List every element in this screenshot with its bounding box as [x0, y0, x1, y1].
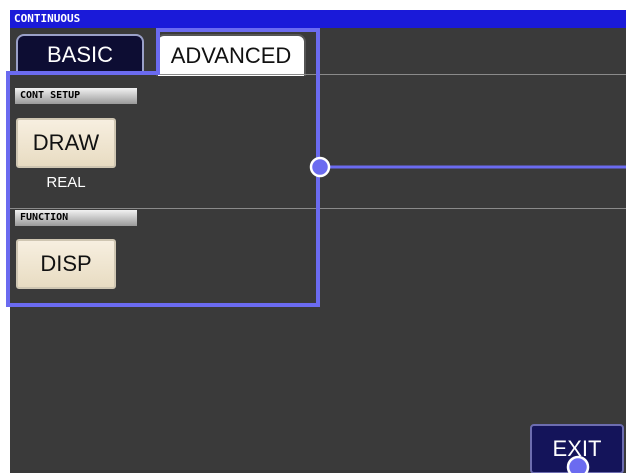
exit-button[interactable]: EXIT [530, 424, 624, 473]
section-label-cont-setup: CONT SETUP [15, 88, 137, 104]
tab-divider [10, 74, 626, 75]
section-divider [10, 208, 626, 209]
tab-basic-label: BASIC [46, 42, 114, 67]
draw-button-label: DRAW [32, 130, 100, 155]
disp-button[interactable]: DISP [16, 239, 116, 289]
section-label-function: FUNCTION [15, 210, 137, 226]
draw-value: REAL [46, 174, 86, 191]
instrument-screen: CONTINUOUS BASIC ADVANCED CONT SETUP DRA… [10, 10, 626, 473]
draw-button[interactable]: DRAW [16, 118, 116, 168]
exit-button-label: EXIT [552, 436, 602, 461]
tab-advanced-label: ADVANCED [170, 43, 292, 68]
disp-button-label: DISP [40, 251, 92, 276]
window-title: CONTINUOUS [10, 10, 626, 28]
tab-advanced[interactable]: ADVANCED [156, 34, 306, 76]
tab-basic[interactable]: BASIC [16, 34, 144, 74]
